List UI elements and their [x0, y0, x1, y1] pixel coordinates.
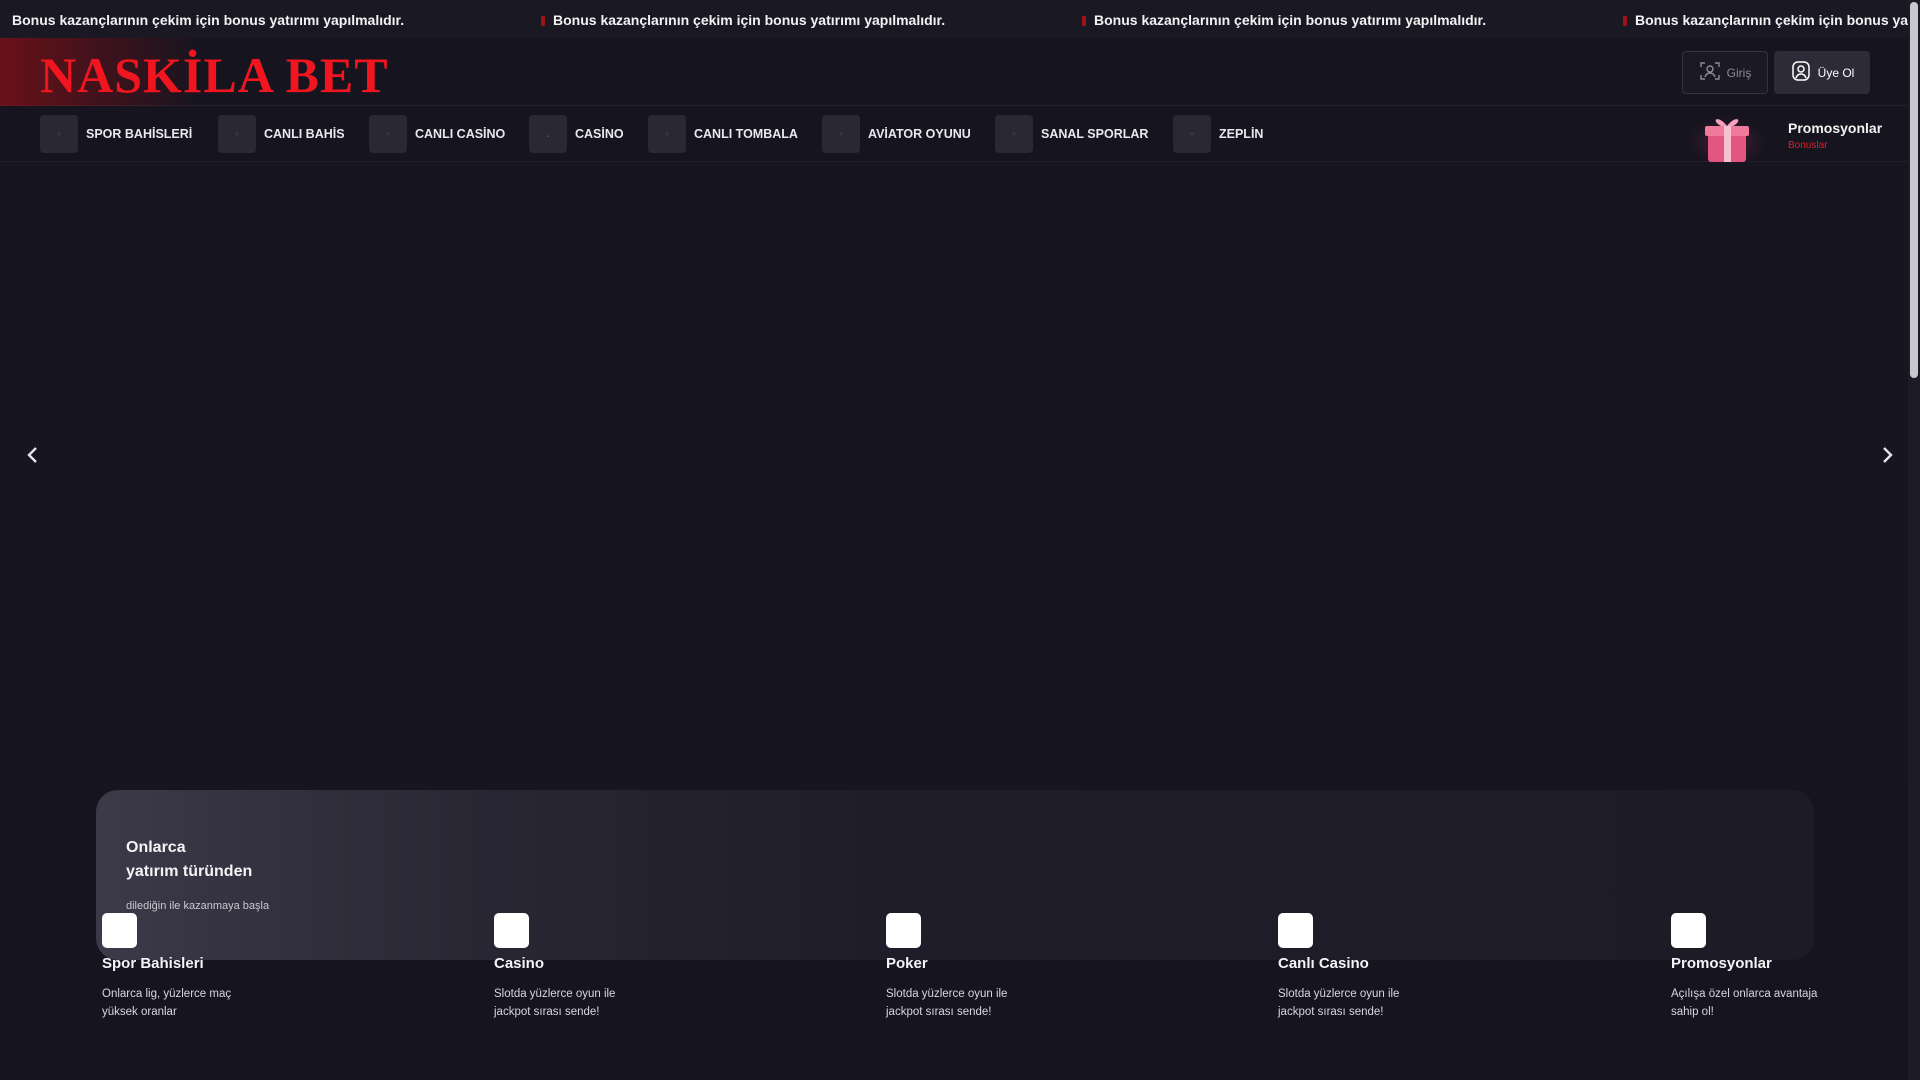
- main-nav: ▫ SPOR BAHİSLERİ ▫ CANLI BAHİS ▫ CANLI C…: [0, 106, 1908, 162]
- nav-item-aviator-oyunu[interactable]: ▫ AVİATOR OYUNU: [822, 115, 971, 153]
- feature-title: Spor Bahisleri: [102, 955, 204, 972]
- feature-description: Açılışa özel onlarca avantaja sahip ol!: [1671, 988, 1818, 1018]
- tombala-icon: ▫: [648, 115, 686, 153]
- ticker-item: Bonus kazançlarının çekim için bonus yat…: [541, 12, 945, 28]
- feature-description: Slotda yüzlerce oyun ile jackpot sırası …: [494, 988, 616, 1018]
- feature-poker[interactable]: Poker Slotda yüzlerce oyun ile jackpot s…: [886, 913, 1126, 1021]
- site-logo[interactable]: NASKİLA BET: [40, 46, 389, 104]
- nav-item-canli-bahis[interactable]: ▫ CANLI BAHİS: [218, 115, 345, 153]
- virtual-sports-icon: ▫: [995, 115, 1033, 153]
- chevron-left-icon[interactable]: [18, 440, 48, 470]
- user-icon: [1790, 60, 1812, 85]
- promotions-link[interactable]: Promosyonlar Bonuslar: [1682, 106, 1908, 162]
- nav-item-label: ZEPLİN: [1219, 127, 1264, 141]
- feature-description: Slotda yüzlerce oyun ile jackpot sırası …: [1278, 988, 1400, 1018]
- live-casino-feature-icon: [1278, 913, 1313, 948]
- features-subheading: dilediğin ile kazanmaya başla: [126, 900, 270, 912]
- ticker-item: Bonus kazançlarının çekim için bonus yat…: [1082, 12, 1486, 28]
- feature-title: Casino: [494, 955, 545, 972]
- nav-item-sanal-sporlar[interactable]: ▫ SANAL SPORLAR: [995, 115, 1148, 153]
- nav-item-casino[interactable]: . CASİNO: [529, 115, 624, 153]
- hero-slider: [0, 162, 1908, 790]
- nav-item-canli-tombala[interactable]: ▫ CANLI TOMBALA: [648, 115, 798, 153]
- sports-icon: ▫: [40, 115, 78, 153]
- register-button[interactable]: Üye Ol: [1774, 51, 1870, 94]
- site-header: NASKİLA BET Giriş Üye Ol: [0, 38, 1908, 106]
- ticker-bullet-icon: [541, 16, 545, 26]
- announcement-ticker: Bonus kazançlarının çekim için bonus yat…: [0, 0, 1908, 38]
- features-heading-line: yatırım türünden: [126, 863, 253, 880]
- feature-spor-bahisleri[interactable]: Spor Bahisleri Onlarca lig, yüzlerce maç…: [102, 913, 342, 1021]
- feature-promosyonlar[interactable]: Promosyonlar Açılışa özel onlarca avanta…: [1671, 913, 1911, 1021]
- ticker-item: Bonus kazançlarının çekim için bonus yat…: [12, 12, 405, 28]
- promotions-feature-icon: [1671, 913, 1706, 948]
- nav-item-spor-bahisleri[interactable]: ▫ SPOR BAHİSLERİ: [40, 115, 192, 153]
- gift-icon: [1688, 112, 1766, 162]
- feature-title: Promosyonlar: [1671, 955, 1772, 972]
- chevron-right-icon[interactable]: [1872, 440, 1902, 470]
- feature-canli-casino[interactable]: Canlı Casino Slotda yüzlerce oyun ile ja…: [1278, 913, 1518, 1021]
- login-button[interactable]: Giriş: [1682, 51, 1768, 94]
- ticker-bullet-icon: [1623, 16, 1627, 26]
- feature-description: Onlarca lig, yüzlerce maç yüksek oranlar: [102, 988, 232, 1018]
- sports-feature-icon: [102, 913, 137, 948]
- live-bet-icon: ▫: [218, 115, 256, 153]
- feature-title: Canlı Casino: [1278, 955, 1369, 972]
- nav-item-zeplin[interactable]: ▫ ZEPLİN: [1173, 115, 1263, 153]
- nav-item-label: SANAL SPORLAR: [1041, 127, 1149, 141]
- nav-item-label: SPOR BAHİSLERİ: [86, 127, 193, 141]
- ticker-item: Bonus kazançlarının çekim için bonus yat: [1623, 12, 1908, 28]
- scrollbar-thumb[interactable]: [1910, 2, 1918, 378]
- nav-item-label: CASİNO: [575, 127, 624, 141]
- login-label: Giriş: [1726, 65, 1752, 80]
- nav-item-label: AVİATOR OYUNU: [868, 127, 971, 141]
- casino-feature-icon: [494, 913, 529, 948]
- features-heading-line: Onlarca: [126, 839, 186, 856]
- promotions-subtitle: Bonuslar: [1788, 140, 1828, 151]
- feature-casino[interactable]: Casino Slotda yüzlerce oyun ile jackpot …: [494, 913, 734, 1021]
- features-heading: Onlarca yatırım türünden: [126, 836, 326, 884]
- zeplin-icon: ▫: [1173, 115, 1211, 153]
- face-scan-icon: [1699, 60, 1721, 85]
- feature-description: Slotda yüzlerce oyun ile jackpot sırası …: [886, 988, 1008, 1018]
- aviator-icon: ▫: [822, 115, 860, 153]
- feature-title: Poker: [886, 955, 928, 972]
- ticker-bullet-icon: [1082, 16, 1086, 26]
- nav-item-label: CANLI TOMBALA: [694, 127, 798, 141]
- nav-item-canli-casino[interactable]: ▫ CANLI CASİNO: [369, 115, 505, 153]
- page-scrollbar[interactable]: [1908, 0, 1920, 1080]
- casino-icon: .: [529, 115, 567, 153]
- register-label: Üye Ol: [1817, 65, 1855, 80]
- nav-item-label: CANLI BAHİS: [264, 127, 345, 141]
- poker-feature-icon: [886, 913, 921, 948]
- live-casino-icon: ▫: [369, 115, 407, 153]
- nav-item-label: CANLI CASİNO: [415, 127, 506, 141]
- promotions-title: Promosyonlar: [1788, 120, 1883, 136]
